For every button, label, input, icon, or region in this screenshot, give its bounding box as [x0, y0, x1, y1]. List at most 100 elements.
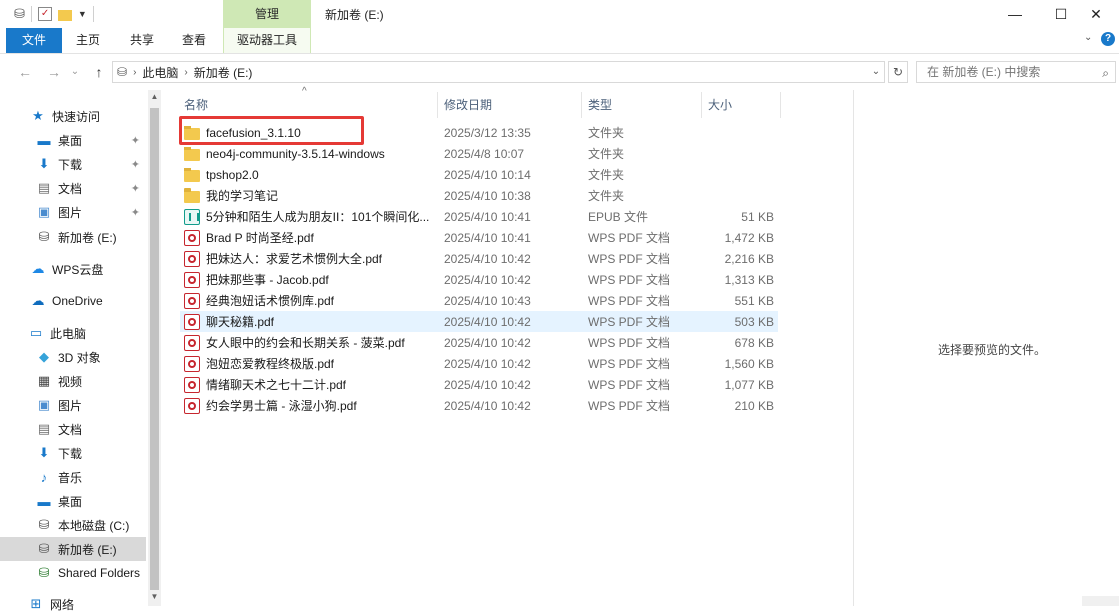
column-divider[interactable] [701, 92, 702, 118]
pdf-icon [184, 271, 200, 288]
nav-item-label: 下载 [58, 157, 83, 172]
file-date: 2025/4/10 10:43 [444, 293, 531, 308]
breadcrumb-this-pc[interactable]: 此电脑 [142, 64, 178, 81]
file-size: 1,313 KB [724, 272, 774, 287]
nav-item-label: 桌面 [58, 133, 83, 148]
file-type: 文件夹 [588, 126, 625, 140]
tab-share[interactable]: 共享 [116, 28, 168, 53]
column-divider[interactable] [581, 92, 582, 118]
breadcrumb-drive-e[interactable]: 新加卷 (E:) [194, 64, 253, 81]
search-box[interactable]: ⌕ [916, 61, 1116, 83]
nav-item[interactable]: ▬ 桌面 ✦ [0, 128, 146, 152]
file-row[interactable]: 约会学男士篇 - 泳湿小狗.pdf 2025/4/10 10:42 WPS PDF … [180, 395, 778, 416]
file-type: WPS PDF 文档 [588, 252, 671, 266]
column-header-type[interactable]: 类型 [588, 94, 612, 116]
nav-item[interactable]: ⛁ 新加卷 (E:) [0, 225, 146, 249]
qat-separator [92, 6, 94, 22]
address-dropdown-icon[interactable]: ⌄ [868, 61, 885, 83]
folder-icon [184, 167, 200, 182]
column-header-size[interactable]: 大小 [708, 94, 732, 116]
nav-item[interactable]: ▤ 文档 ✦ [0, 176, 146, 200]
file-date: 2025/4/10 10:42 [444, 314, 531, 329]
tab-view[interactable]: 查看 [168, 28, 220, 53]
file-date: 2025/4/10 10:42 [444, 272, 531, 287]
tab-drive-tools[interactable]: 驱动器工具 [223, 28, 311, 53]
file-row[interactable]: 情绪聊天术之七十二计.pdf 2025/4/10 10:42 WPS PDF 文档 1… [180, 374, 778, 395]
file-row[interactable]: 经典泡妞话术惯例库.pdf 2025/4/10 10:43 WPS PDF 文档 55… [180, 290, 778, 311]
file-row[interactable]: 5分钟和陌生人成为朋友II：101个瞬间化... 2025/4/10 10:41 E… [180, 206, 778, 227]
recent-locations-button[interactable]: ⌄ [68, 62, 82, 82]
tab-file[interactable]: 文件 [6, 28, 62, 53]
file-row[interactable]: 聊天秘籍.pdf 2025/4/10 10:42 WPS PDF 文档 503 KB [180, 311, 778, 332]
nav-item[interactable]: ⬇ 下载 [0, 441, 146, 465]
nav-item[interactable]: ⛁ 新加卷 (E:) [0, 537, 146, 561]
file-row[interactable]: 我的学习笔记 2025/4/10 10:38 文件夹 [180, 185, 778, 206]
nav-item[interactable]: ▣ 图片 [0, 393, 146, 417]
nav-item[interactable]: ☁ OneDrive [0, 289, 146, 313]
back-button[interactable]: ← [14, 62, 36, 82]
forward-button[interactable]: → [43, 62, 65, 82]
file-name: 女人眼中的约会和长期关系 - 菠菜.pdf [206, 336, 405, 350]
column-header-date[interactable]: 修改日期 [444, 94, 492, 116]
scroll-down-icon[interactable]: ▼ [148, 590, 161, 604]
ribbon-expand-icon[interactable]: ⌄ [1084, 32, 1092, 43]
file-row[interactable]: 泡妞恋爱教程终极版.pdf 2025/4/10 10:42 WPS PDF 文档 1,… [180, 353, 778, 374]
nav-item[interactable]: ♪ 音乐 [0, 465, 146, 489]
refresh-button[interactable]: ↻ [888, 61, 908, 83]
file-row[interactable]: neo4j-community-3.5.14-windows 2025/4/8 1… [180, 143, 778, 164]
properties-icon[interactable]: ✓ [37, 7, 52, 21]
nav-item[interactable]: ☁ WPS云盘 [0, 257, 146, 281]
file-type: WPS PDF 文档 [588, 378, 671, 392]
column-header-name[interactable]: 名称 [184, 94, 208, 116]
file-type: EPUB 文件 [588, 210, 649, 224]
nav-item-label: 新加卷 (E:) [58, 542, 117, 557]
file-row[interactable]: 把妹那些事 - Jacob.pdf 2025/4/10 10:42 WPS PDF … [180, 269, 778, 290]
file-date: 2025/4/8 10:07 [444, 146, 525, 161]
nav-item[interactable]: ▦ 视频 [0, 369, 146, 393]
new-folder-icon[interactable] [57, 9, 72, 21]
music-icon: ♪ [40, 469, 48, 485]
nav-item[interactable]: ⬇ 下载 ✦ [0, 152, 146, 176]
tab-home[interactable]: 主页 [62, 28, 114, 53]
context-tab-manage[interactable]: 管理 [223, 0, 311, 28]
close-button[interactable]: ✕ [1073, 0, 1119, 28]
scroll-up-icon[interactable]: ▲ [148, 90, 161, 104]
nav-item[interactable]: ⊞ 网络 [0, 592, 146, 616]
column-divider[interactable] [780, 92, 781, 118]
qat-dropdown-icon[interactable]: ▼ [78, 9, 87, 19]
horizontal-scrollbar[interactable] [1082, 596, 1119, 606]
document-icon: ▤ [37, 421, 51, 436]
nav-item-label: 视频 [58, 374, 83, 389]
file-row[interactable]: tpshop2.0 2025/4/10 10:14 文件夹 [180, 164, 778, 185]
nav-item[interactable]: ⛁ 本地磁盘 (C:) [0, 513, 146, 537]
nav-item-label: 快速访问 [52, 109, 101, 124]
help-icon[interactable]: ? [1101, 32, 1115, 46]
nav-item[interactable]: ▭ 此电脑 [0, 321, 146, 345]
column-divider[interactable] [437, 92, 438, 118]
file-size: 1,077 KB [724, 377, 774, 392]
file-row[interactable]: 把妹达人：求爱艺术惯例大全.pdf 2025/4/10 10:42 WPS PDF … [180, 248, 778, 269]
drive-icon[interactable]: ⛁ [14, 6, 25, 22]
file-row[interactable]: 女人眼中的约会和长期关系 - 菠菜.pdf 2025/4/10 10:42 WPS … [180, 332, 778, 353]
navigation-pane: ★ 快速访问 ▬ 桌面 ✦ ⬇ 下载 ✦ ▤ 文档 ✦ ▣ 图片 ✦ ⛁ 新加卷 (E:) ☁ WPS云盘 ☁ One… [0, 90, 148, 612]
nav-scrollbar[interactable]: ▲ ▼ [148, 90, 161, 606]
up-button[interactable]: ↑ [88, 62, 110, 82]
chevron-right-icon[interactable]: › [184, 67, 187, 78]
nav-item[interactable]: ▣ 图片 ✦ [0, 200, 146, 224]
address-bar[interactable]: ⛁ › 此电脑 › 新加卷 (E:) [112, 61, 885, 83]
search-input[interactable] [925, 64, 1095, 80]
chevron-right-icon[interactable]: › [133, 67, 136, 78]
file-date: 2025/4/10 10:42 [444, 377, 531, 392]
scrollbar-thumb[interactable] [150, 108, 159, 590]
file-name: neo4j-community-3.5.14-windows [206, 146, 385, 161]
file-type: WPS PDF 文档 [588, 357, 671, 371]
nav-item[interactable]: ★ 快速访问 [0, 104, 146, 128]
annotation-highlight-box [179, 116, 364, 145]
nav-item[interactable]: ▬ 桌面 [0, 489, 146, 513]
nav-item[interactable]: ⛁ Shared Folders [0, 561, 146, 585]
minimize-button[interactable]: — [992, 0, 1038, 28]
nav-item[interactable]: ▤ 文档 [0, 417, 146, 441]
nav-item[interactable]: ◆ 3D 对象 [0, 345, 146, 369]
nav-item-label: 桌面 [58, 494, 83, 509]
file-row[interactable]: Brad P 时尚圣经.pdf 2025/4/10 10:41 WPS PDF 文档… [180, 227, 778, 248]
